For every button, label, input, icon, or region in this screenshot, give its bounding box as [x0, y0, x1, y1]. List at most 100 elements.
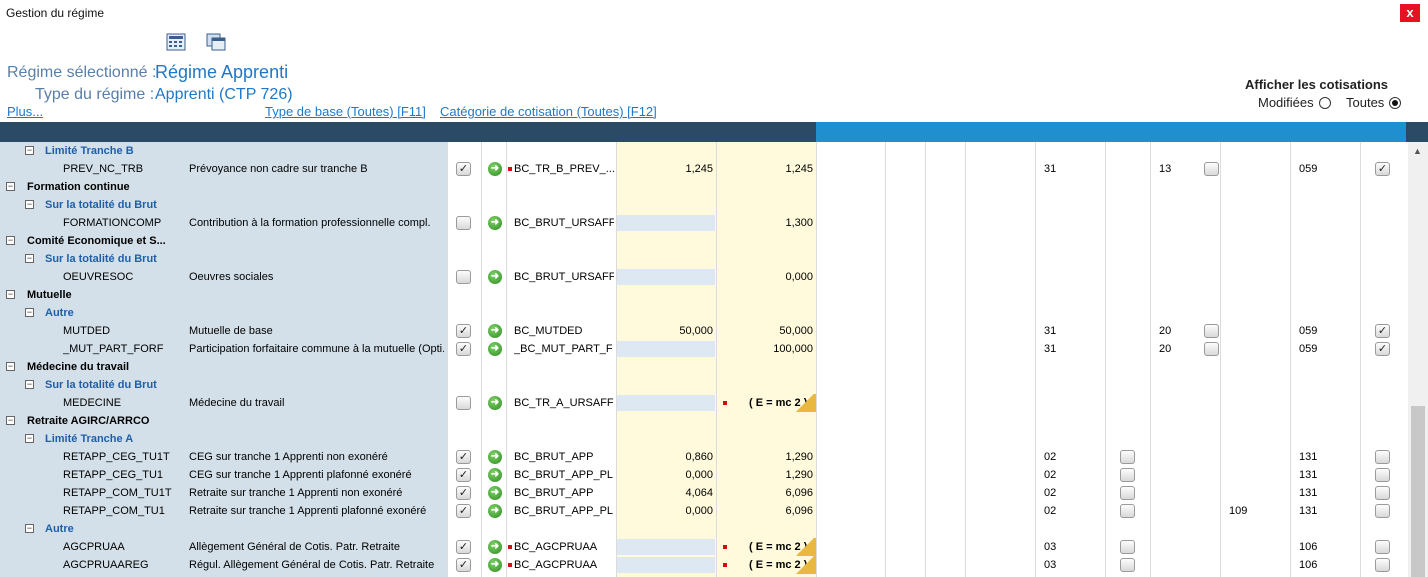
window-copy-icon[interactable] [206, 33, 226, 51]
column-header-plus-cot[interactable] [1360, 122, 1406, 142]
table-row[interactable]: AGCPRUAAREG Régul. Allègement Général de … [0, 556, 1406, 574]
table-row[interactable]: PREV_NC_TRB Prévoyance non cadre sur tran… [0, 160, 1406, 178]
collapse-icon[interactable]: − [25, 380, 34, 389]
collapse-icon[interactable]: − [25, 308, 34, 317]
go-arrow-icon[interactable]: ➜ [488, 216, 502, 230]
go-arrow-icon[interactable]: ➜ [488, 540, 502, 554]
scroll-up-icon[interactable]: ▲ [1413, 146, 1422, 156]
dsn-checkbox[interactable]: ✓ [456, 324, 471, 338]
table-row[interactable]: _MUT_PART_FORF Participation forfaitaire … [0, 340, 1406, 358]
plus-ass-checkbox[interactable] [1120, 504, 1135, 518]
scroll-thumb[interactable] [1411, 406, 1425, 577]
plus-cot-checkbox[interactable] [1375, 450, 1390, 464]
plus-cot-checkbox[interactable] [1375, 468, 1390, 482]
go-arrow-icon[interactable]: ➜ [488, 324, 502, 338]
column-header-dsn[interactable] [447, 122, 481, 142]
dsn-checkbox[interactable] [456, 270, 471, 284]
collapse-icon[interactable]: − [6, 416, 15, 425]
go-arrow-icon[interactable]: ➜ [488, 486, 502, 500]
taux-salarie-input[interactable] [617, 215, 715, 231]
type-base-filter-link[interactable]: Type de base (Toutes) [F11] [265, 104, 426, 119]
go-arrow-icon[interactable]: ➜ [488, 162, 502, 176]
group-row[interactable]: − Autre [0, 520, 1406, 538]
column-header-qualifiant[interactable] [965, 122, 1035, 142]
group-row[interactable]: − Autre [0, 304, 1406, 322]
go-arrow-icon[interactable]: ➜ [488, 270, 502, 284]
group-row[interactable]: − Limité Tranche A [0, 430, 1406, 448]
plus-ass-checkbox[interactable] [1120, 486, 1135, 500]
go-arrow-icon[interactable]: ➜ [488, 504, 502, 518]
plus-ass-checkbox[interactable] [1120, 450, 1135, 464]
comp-base-checkbox[interactable] [1204, 162, 1219, 176]
group-row[interactable]: − Formation continue [0, 178, 1406, 196]
plus-cot-checkbox[interactable]: ✓ [1375, 342, 1390, 356]
group-row[interactable]: − Sur la totalité du Brut [0, 376, 1406, 394]
collapse-icon[interactable]: − [25, 524, 34, 533]
dsn-checkbox[interactable]: ✓ [456, 468, 471, 482]
plus-cot-checkbox[interactable] [1375, 558, 1390, 572]
plus-cot-checkbox[interactable] [1375, 504, 1390, 518]
group-row[interactable]: − Comité Economique et S... [0, 232, 1406, 250]
collapse-icon[interactable]: − [25, 434, 34, 443]
column-header-ctp2[interactable] [925, 122, 965, 142]
column-header-base[interactable] [481, 122, 616, 142]
plus-ass-checkbox[interactable] [1120, 540, 1135, 554]
table-row[interactable]: AGCPRUAA Allègement Général de Cotis. Pat… [0, 538, 1406, 556]
column-header-base-ass[interactable] [1035, 122, 1105, 142]
dsn-checkbox[interactable]: ✓ [456, 540, 471, 554]
radio-toutes-circle[interactable] [1389, 96, 1402, 109]
dsn-checkbox[interactable]: ✓ [456, 450, 471, 464]
group-row[interactable]: − Mutuelle [0, 286, 1406, 304]
table-row[interactable]: MUTDED Mutuelle de base ✓ ➜ BC_MUTDED 50,000 5… [0, 322, 1406, 340]
plus-cot-checkbox[interactable]: ✓ [1375, 162, 1390, 176]
radio-modifiees-circle[interactable] [1318, 96, 1331, 109]
column-header-comp-base[interactable] [1150, 122, 1220, 142]
dsn-checkbox[interactable] [456, 396, 471, 410]
table-row[interactable]: MEDECINE Médecine du travail ➜ BC_TR_A_URSA… [0, 394, 1406, 412]
column-header-taux-sal[interactable] [616, 122, 716, 142]
table-row[interactable]: RETAPP_CEG_TU1T CEG sur tranche 1 Apprent… [0, 448, 1406, 466]
go-arrow-icon[interactable]: ➜ [488, 468, 502, 482]
collapse-icon[interactable]: − [6, 236, 15, 245]
table-row[interactable]: OEUVRESOC Oeuvres sociales ➜ BC_BRUT_URSAFF… [0, 268, 1406, 286]
go-arrow-icon[interactable]: ➜ [488, 450, 502, 464]
table-row[interactable]: RETAPP_CEG_TU1 CEG sur tranche 1 Apprenti… [0, 466, 1406, 484]
plus-cot-checkbox[interactable]: ✓ [1375, 324, 1390, 338]
table-row[interactable]: FORMATIONCOMP Contribution à la formation… [0, 214, 1406, 232]
group-row[interactable]: − Médecine du travail [0, 358, 1406, 376]
collapse-icon[interactable]: − [6, 362, 15, 371]
dsn-checkbox[interactable] [456, 216, 471, 230]
column-header-code-exo[interactable] [1220, 122, 1290, 142]
collapse-icon[interactable]: − [6, 290, 15, 299]
dsn-checkbox[interactable]: ✓ [456, 486, 471, 500]
plus-ass-checkbox[interactable] [1120, 468, 1135, 482]
close-button[interactable]: x [1400, 4, 1420, 22]
dsn-checkbox[interactable]: ✓ [456, 342, 471, 356]
comp-base-checkbox[interactable] [1204, 342, 1219, 356]
comp-base-checkbox[interactable] [1204, 324, 1219, 338]
group-row[interactable]: − Sur la totalité du Brut [0, 250, 1406, 268]
column-header-code-ctp[interactable] [816, 122, 885, 142]
table-row[interactable]: RETAPP_COM_TU1 Retraite sur tranche 1 App… [0, 502, 1406, 520]
taux-salarie-input[interactable] [617, 341, 715, 357]
go-arrow-icon[interactable]: ➜ [488, 396, 502, 410]
vertical-scrollbar[interactable]: ▲ [1408, 142, 1428, 577]
dsn-checkbox[interactable]: ✓ [456, 558, 471, 572]
go-arrow-icon[interactable]: ➜ [488, 342, 502, 356]
column-header-ctp1[interactable] [885, 122, 925, 142]
plus-ass-checkbox[interactable] [1120, 558, 1135, 572]
taux-salarie-input[interactable] [617, 395, 715, 411]
calculator-icon[interactable] [166, 33, 186, 51]
plus-cot-checkbox[interactable] [1375, 486, 1390, 500]
taux-salarie-input[interactable] [617, 539, 715, 555]
column-header-taux-emp[interactable] [716, 122, 816, 142]
taux-salarie-input[interactable] [617, 557, 715, 573]
categorie-filter-link[interactable]: Catégorie de cotisation (Toutes) [F12] [440, 104, 657, 119]
group-row[interactable]: − Retraite AGIRC/ARRCO [0, 412, 1406, 430]
radio-modifiees[interactable]: Modifiées [1258, 95, 1331, 110]
column-header-designation[interactable] [183, 122, 447, 142]
collapse-icon[interactable]: − [25, 146, 34, 155]
group-row[interactable]: − Limité Tranche B [0, 142, 1406, 160]
go-arrow-icon[interactable]: ➜ [488, 558, 502, 572]
plus-link[interactable]: Plus... [7, 104, 43, 119]
